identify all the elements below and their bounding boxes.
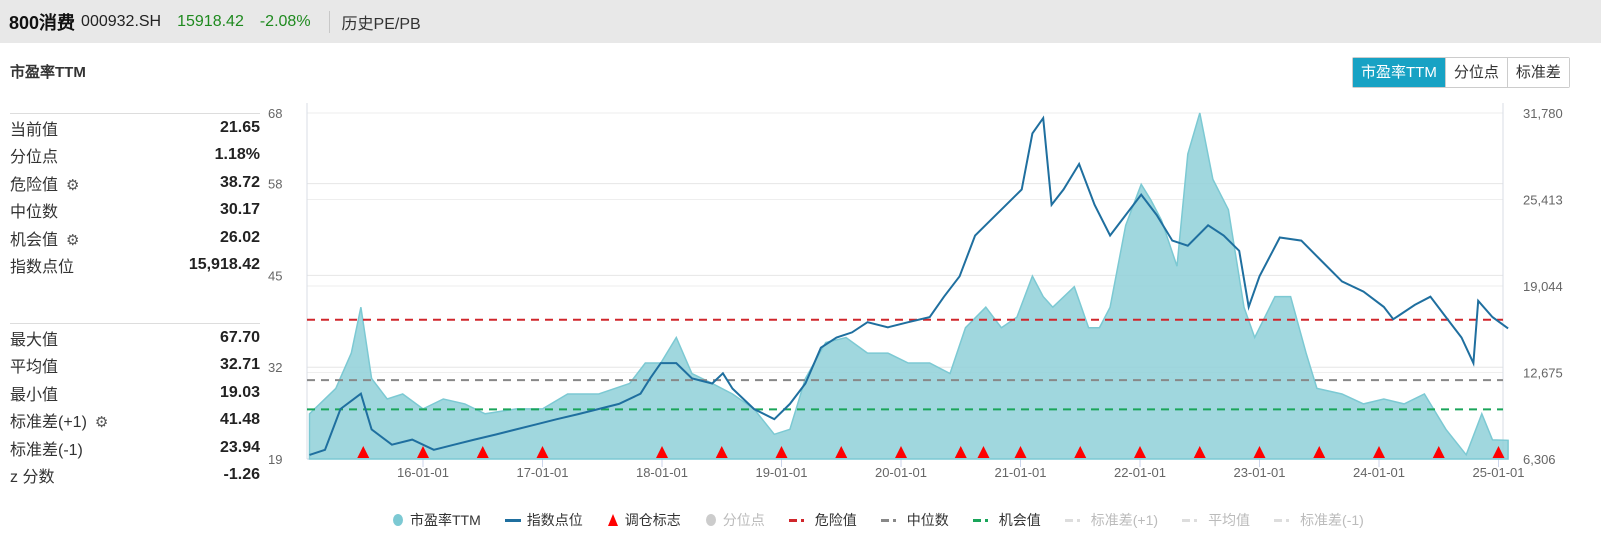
dash-icon	[1274, 513, 1294, 527]
legend-item[interactable]: 标准差(-1)	[1274, 510, 1364, 530]
legend-label: 分位点	[722, 512, 765, 528]
legend-label: 平均值	[1208, 512, 1251, 528]
legend-label: 危险值	[814, 512, 857, 528]
legend-label: 市盈率TTM	[410, 512, 481, 528]
right-axis-tick: 31,780	[1523, 106, 1563, 121]
pe-chart[interactable]: 19 32 45 58 68 6,306 12,675 19,044 25,413 31,780 1…	[0, 0, 1601, 535]
left-axis-tick: 58	[268, 177, 282, 192]
line-icon	[504, 513, 521, 527]
legend-item[interactable]: 标准差(+1)	[1064, 510, 1159, 530]
x-axis-tick: 20-01-01	[875, 465, 927, 480]
x-axis-tick: 21-01-01	[994, 465, 1046, 480]
legend-item[interactable]: 指数点位	[504, 510, 583, 530]
triangle-icon	[607, 513, 619, 527]
x-axis-tick: 19-01-01	[755, 465, 807, 480]
right-axis-tick: 19,044	[1523, 279, 1563, 294]
dash-icon	[1182, 513, 1202, 527]
right-axis-tick: 6,306	[1523, 452, 1556, 467]
legend-item[interactable]: 分位点	[705, 510, 765, 530]
x-axis-tick: 23-01-01	[1233, 465, 1285, 480]
x-axis-tick: 25-01-01	[1472, 465, 1524, 480]
legend-label: 指数点位	[526, 512, 583, 528]
left-axis-tick: 32	[268, 360, 282, 375]
legend-item[interactable]: 调仓标志	[607, 510, 681, 530]
right-axis-tick: 25,413	[1523, 192, 1563, 207]
x-axis-tick: 17-01-01	[516, 465, 568, 480]
legend-label: 机会值	[998, 512, 1041, 528]
dot-icon	[705, 513, 717, 527]
x-axis-tick: 22-01-01	[1114, 465, 1166, 480]
left-axis-tick: 68	[268, 106, 282, 121]
legend-label: 标准差(+1)	[1090, 512, 1159, 528]
dash-icon	[788, 513, 809, 527]
legend-item[interactable]: 危险值	[788, 510, 857, 530]
legend-label: 标准差(-1)	[1300, 512, 1364, 528]
x-axis-tick: 16-01-01	[397, 465, 449, 480]
legend-label: 中位数	[906, 512, 949, 528]
legend-item[interactable]: 机会值	[972, 510, 1041, 530]
dash-icon	[880, 513, 901, 527]
legend-item[interactable]: 中位数	[880, 510, 949, 530]
legend-item[interactable]: 平均值	[1182, 510, 1250, 530]
dash-icon	[972, 513, 993, 527]
x-axis-tick: 18-01-01	[636, 465, 688, 480]
right-axis-tick: 12,675	[1523, 365, 1563, 380]
legend-item[interactable]: 市盈率TTM	[392, 510, 481, 530]
chart-legend: 市盈率TTM 指数点位 调仓标志 分位点 危险值 中位数 机会值 标准差(+1) 平均值 标准差(…	[392, 510, 1364, 530]
left-axis-tick: 45	[268, 268, 282, 283]
dash-icon	[1064, 513, 1085, 527]
legend-label: 调仓标志	[624, 512, 681, 528]
dot-icon	[392, 513, 404, 527]
left-axis-tick: 19	[268, 452, 282, 467]
x-axis-tick: 24-01-01	[1353, 465, 1405, 480]
